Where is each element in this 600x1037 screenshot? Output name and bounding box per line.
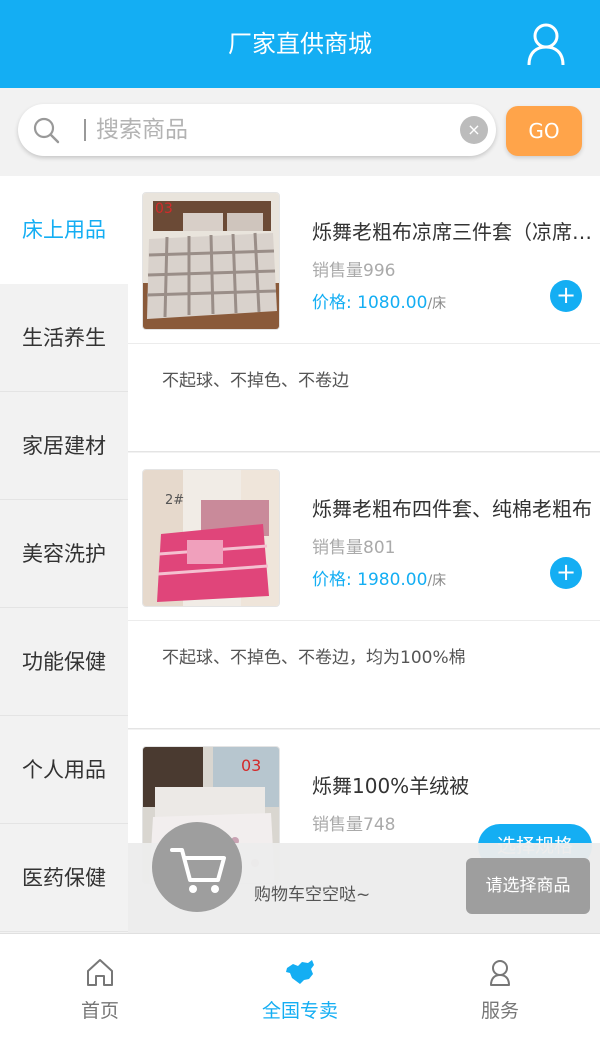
sidebar-item-home-building[interactable]: 家居建材 [0,392,128,500]
tab-service[interactable]: 服务 [400,934,600,1037]
tab-label: 全国专卖 [261,1000,338,1022]
search-icon [33,117,60,144]
product-list: 03 烁舞老粗布凉席三件套（凉席+枕套） 销售量996 价格: 1080.00/… [128,176,600,933]
sales-count: 销售量801 [312,538,396,558]
sidebar-item-bedding[interactable]: 床上用品 [0,176,128,284]
sales-count: 销售量996 [312,261,396,281]
app-header: 厂家直供商城 [0,0,600,88]
sidebar-item-functional-health[interactable]: 功能保健 [0,608,128,716]
product-description: 不起球、不掉色、不卷边 [162,371,349,391]
product-price: 价格: 1080.00/床 [312,293,447,313]
product-price: 价格: 1980.00/床 [312,570,447,590]
product-image[interactable]: 2# [142,469,280,607]
search-box: × [18,104,496,156]
sidebar-item-beauty-care[interactable]: 美容洗护 [0,500,128,608]
tab-label: 首页 [80,1000,119,1022]
product-description: 不起球、不掉色、不卷边，均为100%棉 [162,648,466,668]
add-to-cart-button[interactable]: + [550,280,582,312]
user-icon[interactable] [526,22,566,66]
category-sidebar: 床上用品 生活养生 家居建材 美容洗护 功能保健 个人用品 医药保健 [0,176,128,933]
image-badge: 2# [165,493,184,508]
tab-home[interactable]: 首页 [0,934,200,1037]
text-cursor [84,119,86,141]
sales-count: 销售量748 [312,815,396,835]
shopping-cart-icon [170,848,226,893]
go-button[interactable]: GO [506,106,582,156]
cart-empty-text: 购物车空空哒~ [254,885,371,905]
image-badge: 03 [241,756,261,775]
page-title: 厂家直供商城 [228,30,372,58]
product-card[interactable]: 03 烁舞老粗布凉席三件套（凉席+枕套） 销售量996 价格: 1080.00/… [128,176,600,452]
sidebar-item-health-living[interactable]: 生活养生 [0,284,128,392]
tab-label: 服务 [480,1000,519,1022]
image-badge: 03 [155,201,173,217]
sidebar-item-medical-health[interactable]: 医药保健 [0,824,128,932]
add-to-cart-button[interactable]: + [550,557,582,589]
select-product-button[interactable]: 请选择商品 [466,858,590,914]
product-name: 烁舞老粗布四件套、纯棉老粗布 [312,497,592,521]
clear-search-button[interactable]: × [460,116,488,144]
product-image[interactable]: 03 [142,192,280,330]
tab-national-store[interactable]: 全国专卖 [200,934,400,1037]
sidebar-item-personal-goods[interactable]: 个人用品 [0,716,128,824]
cart-button[interactable] [152,822,242,912]
service-person-icon [490,960,510,986]
product-name: 烁舞老粗布凉席三件套（凉席+枕套） [312,220,592,244]
search-input[interactable] [96,112,456,148]
china-map-icon [286,960,314,984]
product-card[interactable]: 2# 烁舞老粗布四件套、纯棉老粗布 销售量801 价格: 1980.00/床 +… [128,453,600,729]
bottom-tab-bar: 首页 全国专卖 服务 [0,933,600,1037]
home-icon [87,959,113,986]
search-bar: × GO [0,88,600,176]
product-name: 烁舞100%羊绒被 [312,774,470,798]
